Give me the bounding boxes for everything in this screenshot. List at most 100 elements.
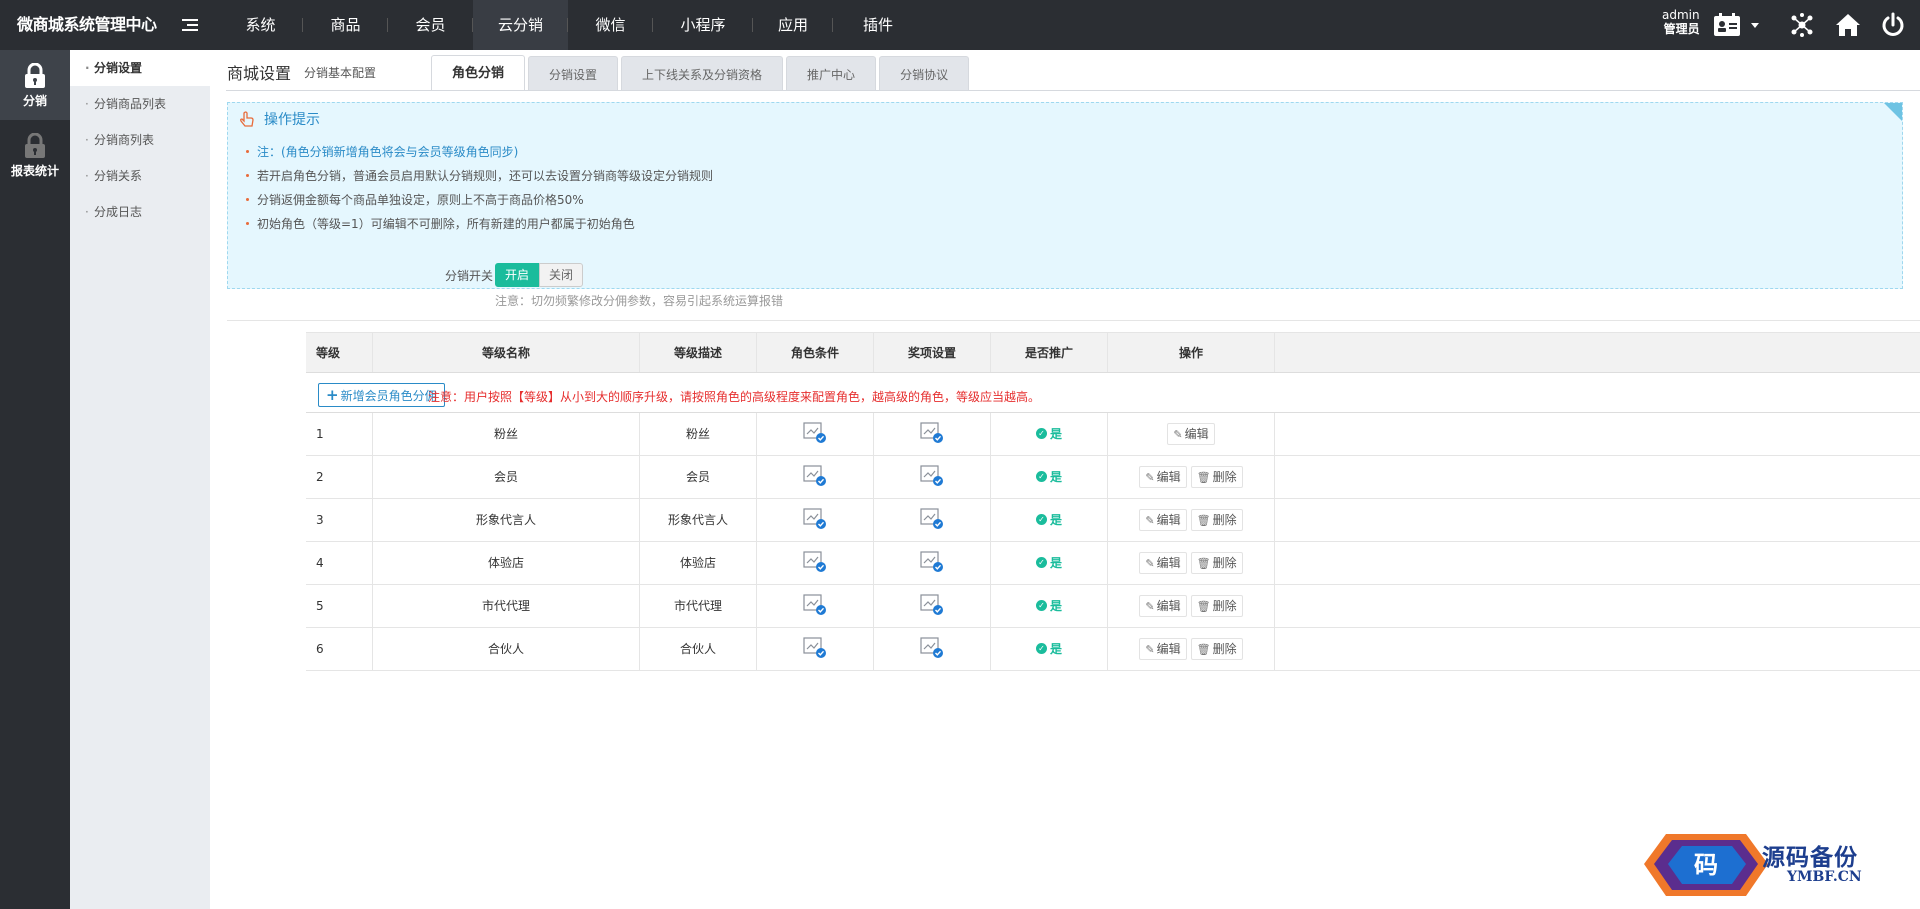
switch-off-button[interactable]: 关闭 (539, 263, 584, 287)
switch-on-button[interactable]: 开启 (495, 263, 540, 287)
checkbox-image-icon (920, 637, 943, 658)
top-nav-item-member[interactable]: 会员 (388, 0, 473, 50)
left-nav-item-reports[interactable]: 报表统计 (0, 120, 70, 190)
add-note: 注意：用户按照【等级】从小到大的顺序升级，请按照角色的高级程度来配置角色，越高级… (428, 390, 1041, 404)
cell-actions: ✎ 编辑 🗑 删除 (1108, 499, 1275, 541)
promote-label: 是 (1049, 513, 1062, 527)
trash-icon: 🗑 (1196, 471, 1211, 484)
tab-promotion-center[interactable]: 推广中心 (786, 56, 877, 90)
network-icon[interactable] (1789, 12, 1815, 38)
cell-role-condition[interactable] (757, 413, 874, 455)
watermark-url: YMBF.CN (1787, 869, 1862, 885)
watermark-logo: 码 (1644, 834, 1768, 896)
submenu-item-distributors[interactable]: 分销商列表 (70, 122, 210, 158)
left-nav-label: 分销 (22, 94, 47, 108)
edit-label: 编辑 (1156, 642, 1181, 656)
cell-award[interactable] (874, 499, 991, 541)
cell-award[interactable] (874, 456, 991, 498)
delete-button[interactable]: 🗑 删除 (1190, 552, 1243, 574)
cell-desc: 体验店 (640, 542, 757, 584)
tab-role-distribution[interactable]: 角色分销 (431, 55, 526, 91)
tab-distribution-settings[interactable]: 分销设置 (528, 56, 619, 90)
checkbox-image-icon (920, 422, 943, 443)
caret-down-icon[interactable] (1751, 23, 1759, 28)
home-icon[interactable] (1834, 12, 1862, 38)
plus-icon: + (326, 386, 339, 404)
left-nav-item-distribution[interactable]: 分销 (0, 50, 70, 120)
table-row: 1 粉丝 粉丝 ✓ 是 ✎ 编辑 (306, 413, 1920, 456)
cell-award[interactable] (874, 628, 991, 670)
cell-promote: ✓ 是 (991, 585, 1108, 627)
pointer-hand-icon (240, 111, 254, 127)
edit-button[interactable]: ✎ 编辑 (1139, 466, 1187, 488)
cell-award[interactable] (874, 413, 991, 455)
table-row: 4 体验店 体验店 ✓ 是 ✎ 编辑 🗑 删除 (306, 542, 1920, 585)
cell-role-condition[interactable] (757, 499, 874, 541)
menu-toggle-icon[interactable] (182, 19, 198, 33)
edit-button[interactable]: ✎ 编辑 (1139, 509, 1187, 531)
edit-button[interactable]: ✎ 编辑 (1139, 638, 1187, 660)
user-info[interactable]: admin 管理员 (1662, 8, 1700, 36)
cell-level: 4 (306, 542, 373, 584)
left-nav-label: 报表统计 (10, 164, 59, 178)
cell-role-condition[interactable] (757, 628, 874, 670)
submenu-item-settings[interactable]: 分销设置 (70, 50, 210, 86)
tab-relationship[interactable]: 上下线关系及分销资格 (621, 56, 784, 90)
submenu-item-goods[interactable]: 分销商品列表 (70, 86, 210, 122)
promote-status: ✓ 是 (1035, 599, 1062, 613)
promote-status: ✓ 是 (1035, 470, 1062, 484)
top-nav-item-miniprogram[interactable]: 小程序 (653, 0, 753, 50)
submenu-item-relations[interactable]: 分销关系 (70, 158, 210, 194)
cell-name: 合伙人 (373, 628, 640, 670)
tab-agreement[interactable]: 分销协议 (879, 56, 970, 90)
tab-bar: 角色分销 分销设置 上下线关系及分销资格 推广中心 分销协议 (431, 55, 972, 91)
edit-button[interactable]: ✎ 编辑 (1167, 423, 1215, 445)
watermark-logo-char: 码 (1694, 851, 1718, 879)
cell-role-condition[interactable] (757, 585, 874, 627)
top-nav-item-goods[interactable]: 商品 (303, 0, 388, 50)
trash-icon: 🗑 (1196, 557, 1211, 570)
trash-icon: 🗑 (1196, 514, 1211, 527)
id-card-icon[interactable] (1712, 12, 1742, 38)
watermark-text: 源码备份 (1762, 845, 1858, 871)
top-nav-item-plugins[interactable]: 插件 (833, 0, 923, 50)
top-nav-item-wechat[interactable]: 微信 (568, 0, 653, 50)
add-role-button[interactable]: + 新增会员角色分佣 (318, 383, 445, 407)
edit-icon: ✎ (1145, 514, 1155, 527)
user-name: admin (1662, 8, 1700, 22)
check-circle-icon: ✓ (1035, 428, 1047, 439)
edit-icon: ✎ (1173, 428, 1183, 441)
delete-button[interactable]: 🗑 删除 (1190, 466, 1243, 488)
promote-status: ✓ 是 (1035, 427, 1062, 441)
cell-name: 体验店 (373, 542, 640, 584)
cell-role-condition[interactable] (757, 456, 874, 498)
power-icon[interactable] (1881, 12, 1905, 38)
tip-item: 分销返佣金额每个商品单独设定，原则上不高于商品价格50% (246, 188, 713, 212)
distribution-switch: 开启 关闭 (495, 263, 584, 287)
main-content: 商城设置 分销基本配置 角色分销 分销设置 上下线关系及分销资格 推广中心 分销… (210, 50, 1920, 909)
cell-promote: ✓ 是 (991, 456, 1108, 498)
add-role-label: 新增会员角色分佣 (340, 389, 437, 403)
edit-button[interactable]: ✎ 编辑 (1139, 552, 1187, 574)
checkbox-image-icon (803, 551, 826, 572)
top-nav-item-distribution[interactable]: 云分销 (473, 0, 568, 50)
promote-label: 是 (1049, 556, 1062, 570)
cell-role-condition[interactable] (757, 542, 874, 584)
check-circle-icon: ✓ (1035, 557, 1047, 568)
table-row: 3 形象代言人 形象代言人 ✓ 是 ✎ 编辑 🗑 删除 (306, 499, 1920, 542)
delete-button[interactable]: 🗑 删除 (1190, 509, 1243, 531)
checkbox-image-icon (803, 508, 826, 529)
check-circle-icon: ✓ (1035, 514, 1047, 525)
cell-level: 1 (306, 413, 373, 455)
submenu-item-logs[interactable]: 分成日志 (70, 194, 210, 230)
tips-list: 注：(角色分销新增角色将会与会员等级角色同步) 若开启角色分销，普通会员启用默认… (246, 140, 713, 236)
cell-award[interactable] (874, 585, 991, 627)
edit-button[interactable]: ✎ 编辑 (1139, 595, 1187, 617)
top-nav-item-apps[interactable]: 应用 (753, 0, 833, 50)
delete-button[interactable]: 🗑 删除 (1190, 595, 1243, 617)
checkbox-image-icon (920, 594, 943, 615)
cell-award[interactable] (874, 542, 991, 584)
delete-button[interactable]: 🗑 删除 (1190, 638, 1243, 660)
top-nav-item-system[interactable]: 系统 (218, 0, 303, 50)
edit-icon: ✎ (1145, 471, 1155, 484)
